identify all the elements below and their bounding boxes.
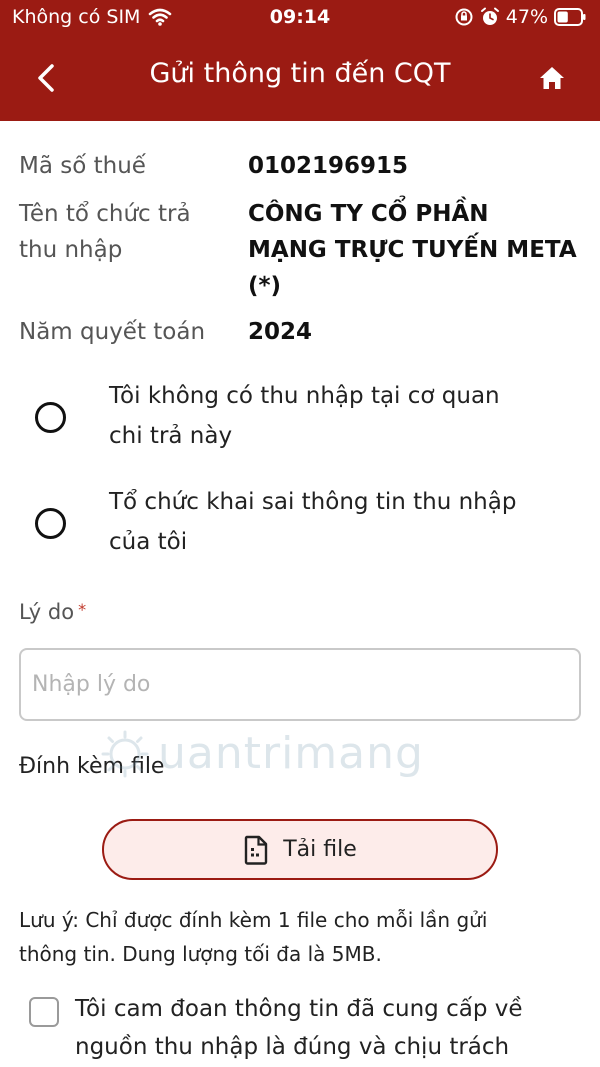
commitment-checkbox[interactable] [29,997,59,1027]
upload-file-button[interactable]: Tải file [102,819,498,880]
note-line2: thông tin. Dung lượng tối đa là 5MB. [19,942,382,966]
status-bar: Không có SIM 09:14 47% [0,0,600,36]
option-no-income-line1: Tôi không có thu nhập tại cơ quan [109,383,500,409]
upload-button-label: Tải file [283,837,357,862]
attachment-label: Đính kèm file [19,754,165,779]
org-name-line3: (*) [248,273,282,299]
option-wrong-info[interactable]: Tổ chức khai sai thông tin thu nhập của … [0,482,600,562]
option-no-income[interactable]: Tôi không có thu nhập tại cơ quan chi tr… [0,376,600,456]
app-header: Gửi thông tin đến CQT [0,36,600,121]
home-button[interactable] [530,56,574,100]
watermark-text: uantrimang [158,728,424,779]
rotation-lock-icon [455,8,473,26]
alarm-icon [480,7,499,25]
reason-label-text: Lý do [19,600,75,624]
reason-label: Lý do * [19,600,86,624]
year-value: 2024 [248,319,313,345]
radio-no-income[interactable] [35,402,66,433]
battery-percent: 47% [505,6,548,28]
page-title: Gửi thông tin đến CQT [149,58,451,89]
org-name-line1: CÔNG TY CỔ PHẦN [248,201,489,227]
option-no-income-line2: chi trả này [109,423,233,449]
org-label-line2: thu nhập [19,237,123,263]
required-mark: * [78,600,87,619]
tax-code-value: 0102196915 [248,153,409,179]
file-icon [245,835,268,865]
commitment-line2: nguồn thu nhập là đúng và chịu trách [75,1034,510,1060]
status-right: 47% [454,6,586,28]
attachment-note: Lưu ý: Chỉ được đính kèm 1 file cho mỗi … [19,903,584,971]
commitment-line1: Tôi cam đoan thông tin đã cung cấp về [75,996,523,1022]
battery-icon [554,8,586,26]
org-label-line1: Tên tổ chức trả [19,201,191,227]
org-name-line2: MẠNG TRỰC TUYẾN META [248,237,577,263]
option-wrong-info-line2: của tôi [109,529,188,555]
year-label: Năm quyết toán [19,319,206,345]
radio-wrong-info[interactable] [35,508,66,539]
home-icon [540,67,564,89]
note-line1: Lưu ý: Chỉ được đính kèm 1 file cho mỗi … [19,908,488,932]
reason-input[interactable] [19,648,581,721]
option-wrong-info-line1: Tổ chức khai sai thông tin thu nhập [109,489,517,515]
tax-code-label: Mã số thuế [19,153,146,179]
